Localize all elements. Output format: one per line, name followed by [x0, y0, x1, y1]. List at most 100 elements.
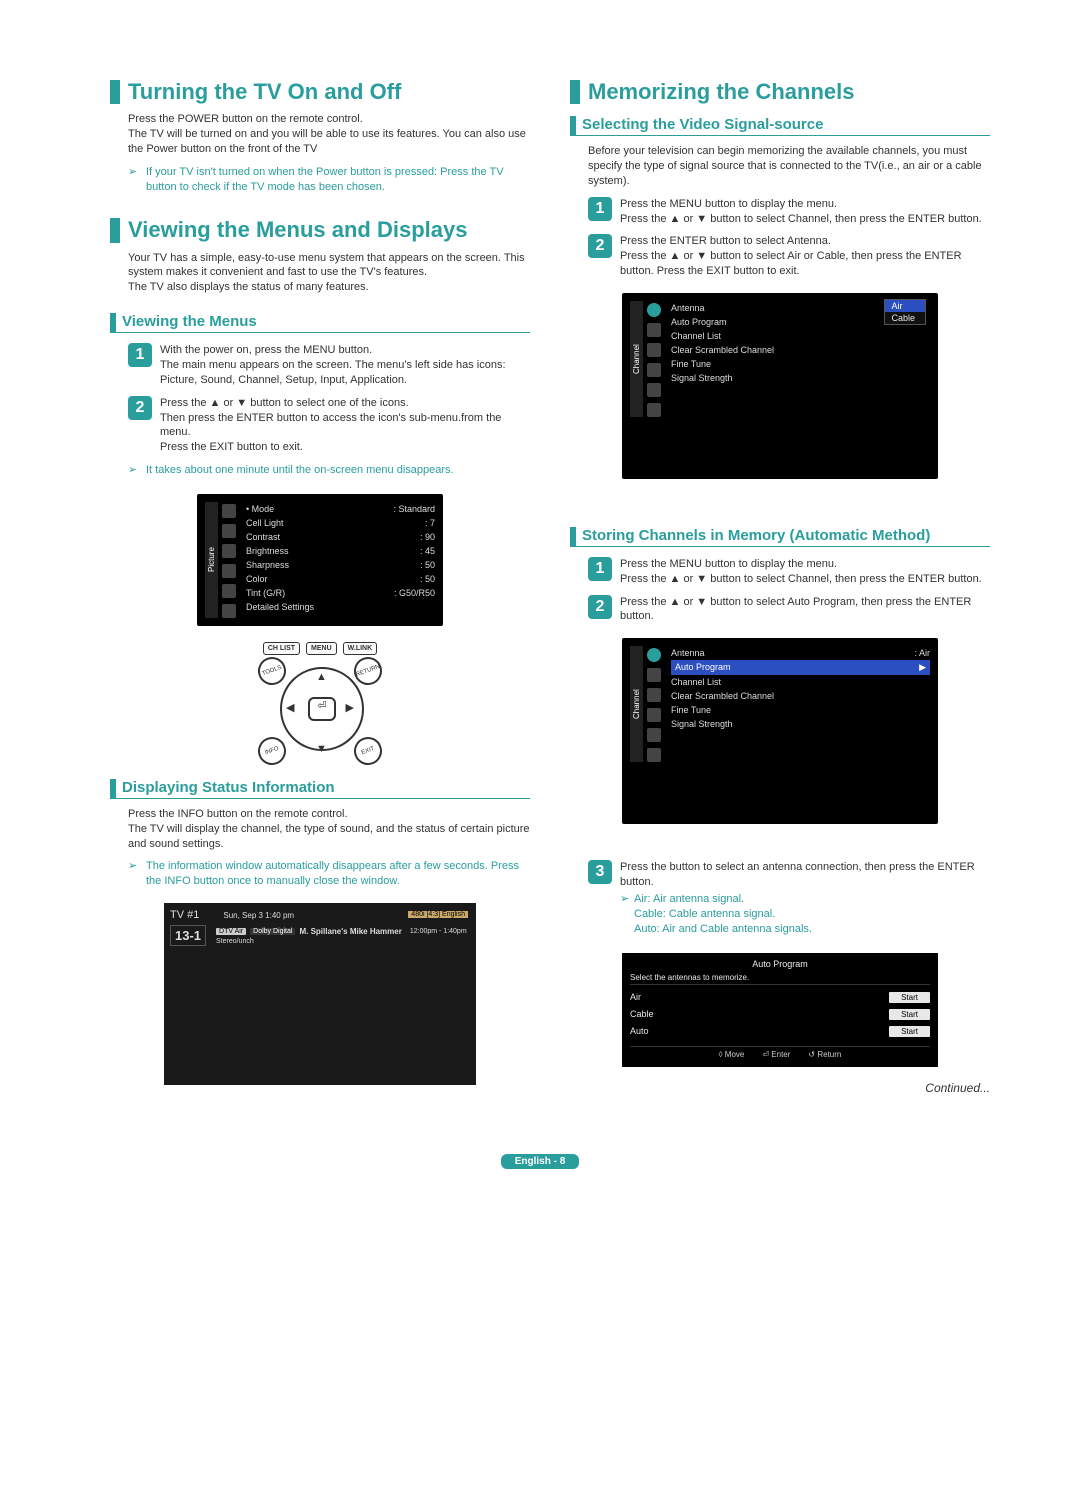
- enter-hint: ⏎ Enter: [762, 1050, 790, 1059]
- subheading-viewing-menus: Viewing the Menus: [110, 313, 530, 333]
- show-time: 12:00pm - 1:40pm: [410, 928, 467, 935]
- viewing-step-2: 2 Press the ▲ or ▼ button to select one …: [128, 396, 530, 455]
- page-footer: English - 8: [0, 1155, 1080, 1167]
- step-badge-1: 1: [128, 343, 152, 367]
- osd-item: Sharpness: 50: [246, 558, 435, 572]
- subheading-selecting-source: Selecting the Video Signal-source: [570, 116, 990, 136]
- setup-icon: [222, 564, 236, 578]
- osd-icon-strip: [218, 502, 240, 618]
- sound-icon: [647, 323, 661, 337]
- tools-button: TOOLS: [254, 653, 290, 689]
- status-paragraph: Press the INFO button on the remote cont…: [128, 807, 530, 852]
- osd-picture-list: • Mode: Standard Cell Light: 7 Contrast:…: [240, 502, 435, 618]
- step-badge-3: 3: [588, 860, 612, 884]
- store-step-1-text: Press the MENU button to display the men…: [620, 557, 990, 587]
- step-badge-1: 1: [588, 557, 612, 581]
- osd-item: Clear Scrambled Channel: [671, 343, 930, 357]
- move-hint: ◊ Move: [719, 1050, 745, 1059]
- osd-item-selected: Auto Program▶: [671, 660, 930, 675]
- auto-program-msg: Select the antennas to memorize.: [630, 973, 930, 985]
- right-column: Memorizing the Channels Selecting the Vi…: [570, 80, 990, 1095]
- osd-auto-program-dialog: Auto Program Select the antennas to memo…: [622, 953, 938, 1067]
- source-step-2-text: Press the ENTER button to select Antenna…: [620, 234, 990, 279]
- application-icon: [222, 604, 236, 618]
- viewing-step-1: 1 With the power on, press the MENU butt…: [128, 343, 530, 388]
- osd-channel-menu: Channel Antenna Auto Program Channel Lis…: [622, 293, 938, 479]
- sound-icon: [222, 524, 236, 538]
- store-step-2-text: Press the ▲ or ▼ button to select Auto P…: [620, 595, 990, 625]
- osd-channel-list2: Antenna: Air Auto Program▶ Channel List …: [665, 646, 930, 762]
- power-note: If your TV isn't turned on when the Powe…: [128, 165, 530, 195]
- application-icon: [647, 748, 661, 762]
- show-title: M. Spillane's Mike Hammer: [299, 927, 401, 936]
- info-button: INFO: [254, 733, 290, 769]
- heading-viewing-menus-displays: Viewing the Menus and Displays: [110, 218, 530, 242]
- status-note: The information window automatically dis…: [128, 859, 530, 889]
- osd-side-label: Channel: [630, 301, 643, 417]
- osd-side-label: Picture: [205, 502, 218, 618]
- setup-icon: [647, 708, 661, 722]
- remote-diagram: CH LIST MENU W.LINK ⏎ TOOLS RETURN INFO …: [230, 642, 410, 759]
- application-icon: [647, 403, 661, 417]
- dpad: ⏎ TOOLS RETURN INFO EXIT ▲ ▼ ◀ ▶: [260, 659, 380, 759]
- osd-side-label: Channel: [630, 646, 643, 762]
- dtv-air-chip: DTV Air: [216, 928, 246, 935]
- osd-item: Fine Tune: [671, 703, 930, 717]
- osd-item: Brightness: 45: [246, 544, 435, 558]
- osd-item: Signal Strength: [671, 371, 930, 385]
- osd-icon-strip: [643, 301, 665, 417]
- channel-icon: [647, 688, 661, 702]
- wlink-button: W.LINK: [343, 642, 378, 655]
- continued-label: Continued...: [570, 1081, 990, 1095]
- input-icon: [222, 584, 236, 598]
- channel-icon: [647, 343, 661, 357]
- step-badge-2: 2: [128, 396, 152, 420]
- datetime: Sun, Sep 3 1:40 pm: [223, 911, 294, 920]
- ap-row-cable: CableStart: [630, 1006, 930, 1023]
- heading-turning-on-off: Turning the TV On and Off: [110, 80, 530, 104]
- osd-item: Tint (G/R): G50/R50: [246, 586, 435, 600]
- osd-item: Detailed Settings: [246, 600, 435, 614]
- store-step-2: 2 Press the ▲ or ▼ button to select Auto…: [588, 595, 990, 625]
- osd-item: Antenna: Air: [671, 646, 930, 660]
- viewing-paragraph: Your TV has a simple, easy-to-use menu s…: [128, 251, 530, 296]
- viewing-note: It takes about one minute until the on-s…: [128, 463, 530, 478]
- antenna-dropdown: Air Cable: [884, 299, 926, 325]
- ap-row-auto: AutoStart: [630, 1023, 930, 1040]
- viewing-step-1-text: With the power on, press the MENU button…: [160, 343, 530, 388]
- auto-program-footer: ◊ Move ⏎ Enter ↺ Return: [630, 1046, 930, 1059]
- dolby-chip: Dolby Digital: [250, 928, 295, 935]
- info-format-chip: 480i [4:3] English: [408, 911, 468, 918]
- sound-icon: [647, 668, 661, 682]
- return-hint: ↺ Return: [808, 1050, 841, 1059]
- source-step-1-text: Press the MENU button to display the men…: [620, 197, 990, 227]
- input-icon: [647, 728, 661, 742]
- picture-icon: [647, 303, 661, 317]
- tv-number: TV #1: [170, 909, 199, 921]
- osd-channel-autoprogram: Channel Antenna: Air Auto Program▶ Chann…: [622, 638, 938, 824]
- dropdown-option-air: Air: [885, 300, 925, 312]
- dropdown-option-cable: Cable: [885, 312, 925, 324]
- power-paragraph: Press the POWER button on the remote con…: [128, 112, 530, 157]
- osd-picture-menu: Picture • Mode: Standard Cell Light: 7 C…: [197, 494, 443, 626]
- step-badge-1: 1: [588, 197, 612, 221]
- auto-program-title: Auto Program: [630, 959, 930, 969]
- manual-page: Turning the TV On and Off Press the POWE…: [0, 0, 1080, 1135]
- exit-button: EXIT: [350, 733, 386, 769]
- source-paragraph: Before your television can begin memoriz…: [588, 144, 990, 189]
- step-badge-2: 2: [588, 595, 612, 619]
- subheading-storing-channels: Storing Channels in Memory (Automatic Me…: [570, 527, 990, 547]
- note-cable: Cable: Cable antenna signal.: [620, 907, 990, 922]
- osd-item: Channel List: [671, 675, 930, 689]
- osd-item: Signal Strength: [671, 717, 930, 731]
- store-step-3-text: Press the button to select an antenna co…: [620, 860, 990, 936]
- osd-item: Channel List: [671, 329, 930, 343]
- channel-number: 13-1: [170, 925, 206, 946]
- page-number: English - 8: [501, 1154, 580, 1169]
- store-step-3: 3 Press the button to select an antenna …: [588, 860, 990, 936]
- start-button: Start: [889, 992, 930, 1003]
- step-badge-2: 2: [588, 234, 612, 258]
- osd-item: Clear Scrambled Channel: [671, 689, 930, 703]
- source-step-1: 1 Press the MENU button to display the m…: [588, 197, 990, 227]
- menu-button: MENU: [306, 642, 337, 655]
